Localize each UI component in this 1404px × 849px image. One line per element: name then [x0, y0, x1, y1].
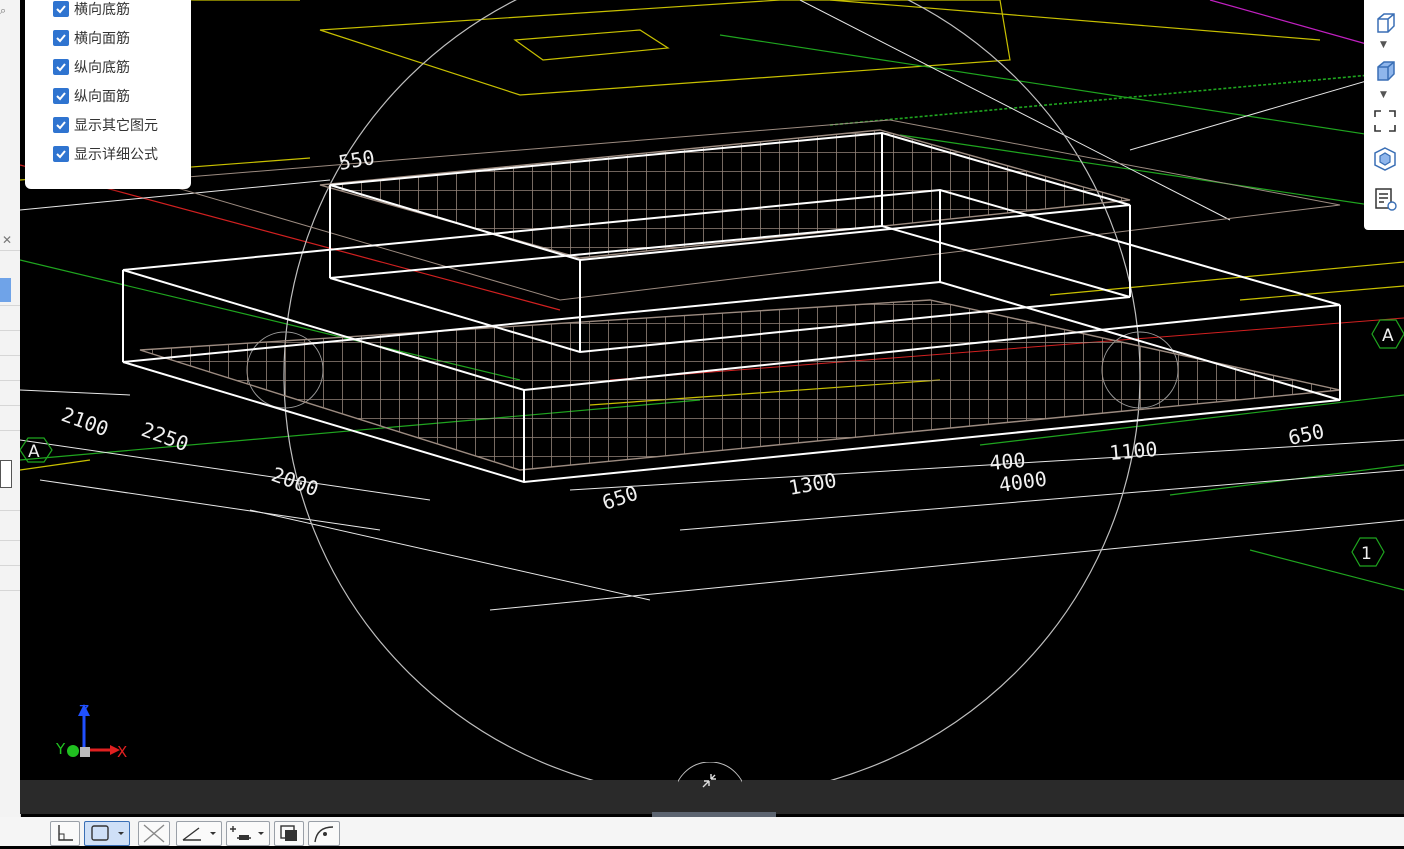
dock-field[interactable] — [0, 460, 12, 488]
option-longitudinal-bottom-rebar[interactable]: 纵向底筋 — [53, 56, 130, 78]
view-toolbar: ▼ ▼ — [1364, 0, 1404, 230]
drawing-toolbar — [0, 817, 1404, 846]
axis-marker-1: 1 — [1351, 537, 1385, 567]
search-icon[interactable]: ⌕ — [0, 4, 6, 18]
dim-2000-left: 2000 — [268, 462, 321, 501]
dock-selected-tab[interactable] — [0, 278, 11, 302]
collapse-icon[interactable] — [678, 762, 742, 816]
checkbox-checked-icon[interactable] — [53, 59, 69, 75]
rebar-display-panel: 横向底筋 横向面筋 纵向底筋 纵向面筋 显示其它图元 显示详细公式 — [25, 0, 191, 189]
option-transverse-top-rebar[interactable]: 横向面筋 — [53, 27, 130, 49]
svg-text:1: 1 — [1361, 544, 1372, 564]
offset-icon[interactable] — [226, 821, 270, 846]
option-label: 横向底筋 — [74, 2, 130, 18]
bottom-rebar-mesh — [140, 300, 1340, 470]
svg-text:A: A — [28, 442, 40, 462]
option-label: 显示详细公式 — [74, 147, 158, 163]
dim-1100-right: 1100 — [1108, 437, 1158, 465]
fit-view-icon[interactable] — [1372, 108, 1398, 134]
cube-top-icon[interactable] — [1372, 10, 1398, 36]
angle-snap-icon[interactable] — [176, 821, 222, 846]
viewport-status-bar — [20, 762, 1404, 816]
layer-icon[interactable] — [274, 821, 304, 846]
dim-550-top: 550 — [337, 145, 377, 175]
option-label: 显示其它图元 — [74, 118, 158, 134]
dim-2250-left: 2250 — [138, 417, 191, 456]
ortho-icon[interactable] — [50, 821, 80, 846]
option-show-detailed-formula[interactable]: 显示详细公式 — [53, 143, 158, 165]
dim-650-front: 650 — [599, 481, 641, 515]
checkbox-checked-icon[interactable] — [53, 117, 69, 133]
svg-text:Z: Z — [79, 702, 89, 720]
view-3d-icon[interactable] — [1372, 146, 1398, 172]
chevron-down-icon[interactable]: ▼ — [1380, 40, 1387, 50]
checkbox-checked-icon[interactable] — [53, 30, 69, 46]
arc-icon[interactable] — [308, 821, 340, 846]
svg-text:A: A — [1382, 326, 1394, 346]
option-label: 纵向底筋 — [74, 60, 130, 76]
axis-marker-a-right: A — [1371, 319, 1404, 349]
left-dock-strip: ⌕ ✕ — [0, 0, 21, 846]
close-icon[interactable]: ✕ — [2, 233, 12, 247]
svg-text:X: X — [117, 743, 127, 761]
checkbox-checked-icon[interactable] — [53, 146, 69, 162]
plan-grid-lines — [20, 0, 1404, 591]
option-transverse-bottom-rebar[interactable]: 横向底筋 — [53, 0, 130, 20]
dim-2100-left: 2100 — [58, 402, 111, 441]
option-longitudinal-top-rebar[interactable]: 纵向面筋 — [53, 85, 130, 107]
axis-marker-a-left: A — [20, 437, 53, 463]
checkbox-checked-icon[interactable] — [53, 1, 69, 17]
option-label: 纵向面筋 — [74, 89, 130, 105]
svg-text:Y: Y — [55, 740, 66, 758]
dim-1300-front: 1300 — [787, 468, 839, 500]
axis-triad: Z X Y — [55, 702, 127, 761]
option-show-other-elements[interactable]: 显示其它图元 — [53, 114, 158, 136]
properties-icon[interactable] — [1372, 186, 1398, 212]
3d-viewport[interactable]: 650 1300 400 1100 650 4000 2100 2250 200… — [20, 0, 1404, 780]
cube-front-icon[interactable] — [1372, 58, 1398, 84]
option-label: 横向面筋 — [74, 31, 130, 47]
cross-select-icon[interactable] — [138, 821, 170, 846]
rect-select-icon[interactable] — [84, 821, 130, 846]
checkbox-checked-icon[interactable] — [53, 88, 69, 104]
chevron-down-icon[interactable]: ▼ — [1380, 90, 1387, 100]
